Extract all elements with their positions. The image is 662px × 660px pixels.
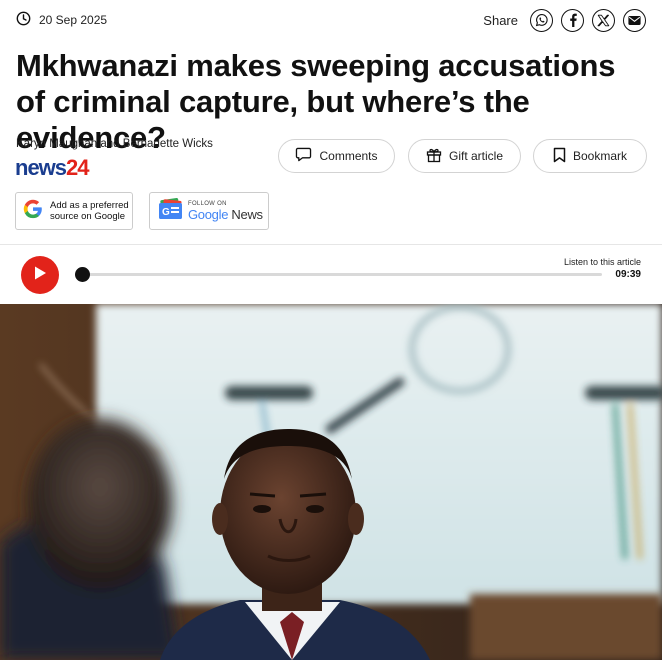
comments-button[interactable]: Comments	[278, 139, 395, 173]
logo-part-news: news	[15, 155, 67, 180]
audio-player: Listen to this article 09:39	[0, 245, 662, 303]
google-news-follow-badge[interactable]: G FOLLOW ON Google News	[149, 192, 269, 230]
audio-duration: 09:39	[615, 269, 641, 280]
whatsapp-icon[interactable]	[530, 8, 553, 32]
progress-knob[interactable]	[74, 267, 90, 282]
google-wordmark: Google	[188, 206, 229, 222]
news-wordmark: News	[228, 206, 263, 222]
share-label: Share	[483, 12, 518, 28]
date-wrap: 20 Sep 2025	[16, 11, 107, 29]
facebook-icon[interactable]	[561, 8, 584, 32]
comment-bubble-icon	[295, 147, 312, 165]
play-button[interactable]	[21, 256, 59, 294]
comments-label: Comments	[319, 149, 378, 163]
gift-article-label: Gift article	[448, 149, 503, 163]
progress-track[interactable]	[82, 273, 602, 276]
x-icon[interactable]	[592, 8, 615, 32]
google-news-icon: G	[158, 197, 184, 225]
svg-text:G: G	[162, 207, 170, 218]
publish-date: 20 Sep 2025	[39, 13, 108, 27]
gift-icon	[426, 147, 442, 166]
google-g-icon	[22, 198, 44, 225]
play-icon	[33, 265, 47, 286]
clock-icon	[16, 11, 31, 29]
listen-label: Listen to this article	[563, 257, 641, 267]
hero-photo-illustration	[0, 304, 662, 660]
preferred-source-text: Add as a preferred source on Google	[50, 200, 129, 222]
bookmark-label: Bookmark	[572, 149, 628, 163]
share-bar: Share	[483, 8, 646, 32]
preferred-line-1: Add as a preferred	[50, 200, 129, 211]
google-preferred-source-badge[interactable]: Add as a preferred source on Google	[15, 192, 133, 230]
bookmark-icon	[553, 147, 566, 166]
preferred-line-2: source on Google	[50, 211, 125, 222]
hero-image	[0, 304, 662, 660]
article-authors: Karyn Maughan and Bernadette Wicks	[16, 138, 213, 150]
bookmark-button[interactable]: Bookmark	[533, 139, 647, 173]
google-news-text: FOLLOW ON Google News	[188, 201, 263, 222]
logo-part-24: 24	[66, 155, 90, 180]
gift-article-button[interactable]: Gift article	[408, 139, 521, 173]
email-icon[interactable]	[623, 8, 646, 32]
news24-logo[interactable]: news24	[15, 155, 90, 181]
google-news-wordmark: Google News	[188, 207, 263, 222]
top-bar: 20 Sep 2025 Share	[0, 0, 662, 40]
